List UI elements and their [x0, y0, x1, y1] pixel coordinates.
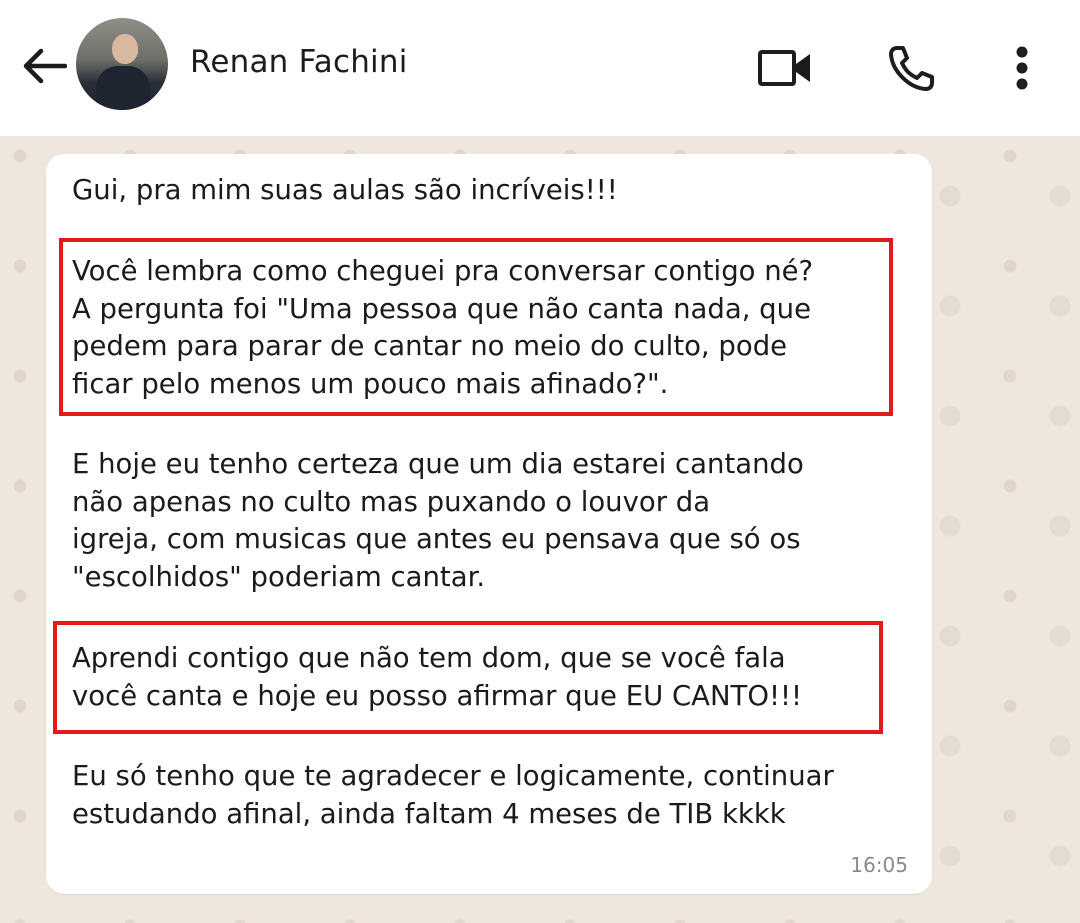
contact-name[interactable]: Renan Fachini	[190, 44, 408, 80]
message-paragraph-3: E hoje eu tenho certeza que um dia estar…	[72, 448, 804, 593]
message-timestamp: 16:05	[850, 853, 908, 877]
highlight-box-2	[53, 621, 883, 734]
chat-header: Renan Fachini	[0, 0, 1080, 136]
video-call-icon[interactable]	[755, 38, 815, 98]
highlight-box-1	[59, 238, 893, 416]
message-paragraph-5: Eu só tenho que te agradecer e logicamen…	[72, 760, 834, 830]
avatar[interactable]	[76, 18, 168, 110]
more-options-icon[interactable]	[992, 38, 1052, 98]
phone-call-icon[interactable]	[882, 38, 942, 98]
back-arrow-icon[interactable]	[18, 40, 70, 92]
message-paragraph-1: Gui, pra mim suas aulas são incríveis!!!	[72, 174, 618, 206]
